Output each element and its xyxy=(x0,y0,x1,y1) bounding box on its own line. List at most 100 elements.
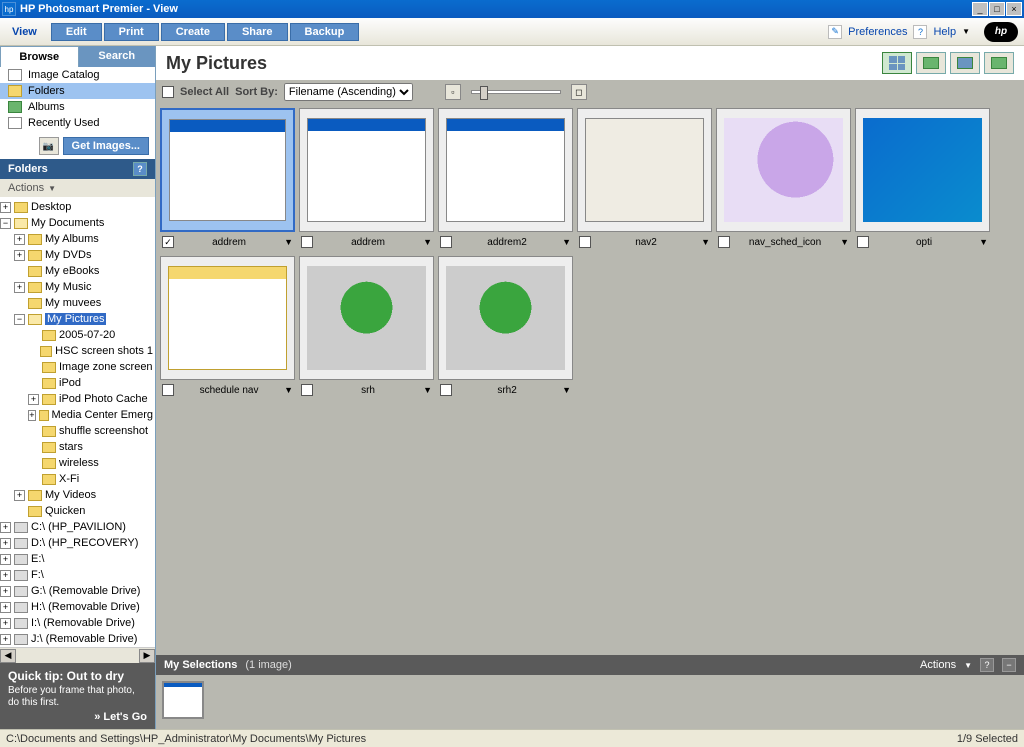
minimize-button[interactable]: _ xyxy=(972,2,988,16)
preferences-link[interactable]: Preferences xyxy=(848,26,907,38)
chevron-down-icon[interactable]: ▼ xyxy=(562,237,571,247)
tree-i-drive[interactable]: +I:\ (Removable Drive) xyxy=(0,615,155,631)
tree-my-videos[interactable]: +My Videos xyxy=(0,487,155,503)
get-images-button[interactable]: Get Images... xyxy=(63,137,149,155)
tab-browse[interactable]: Browse xyxy=(0,46,79,67)
expand-icon[interactable]: + xyxy=(0,522,11,533)
print-button[interactable]: Print xyxy=(104,23,159,41)
select-all-label[interactable]: Select All xyxy=(180,86,229,98)
thumb-addrem-2[interactable]: addrem▼ xyxy=(299,108,434,252)
expand-icon[interactable]: + xyxy=(14,490,25,501)
camera-icon-button[interactable]: 📷 xyxy=(39,137,59,155)
create-button[interactable]: Create xyxy=(161,23,225,41)
tab-search[interactable]: Search xyxy=(79,46,156,67)
thumb-size-slider[interactable] xyxy=(471,90,561,94)
tree-my-ebooks[interactable]: My eBooks xyxy=(0,263,155,279)
thumb-checkbox[interactable]: ✓ xyxy=(162,236,174,248)
tree-j-drive[interactable]: +J:\ (Removable Drive) xyxy=(0,631,155,647)
thumb-srh[interactable]: srh▼ xyxy=(299,256,434,400)
expand-icon[interactable]: + xyxy=(0,618,11,629)
thumb-large-icon[interactable]: ◻ xyxy=(571,84,587,100)
tree-xfi[interactable]: X-Fi xyxy=(0,471,155,487)
tree-hscroll[interactable]: ◀ ▶ xyxy=(0,647,155,663)
collapse-icon[interactable]: − xyxy=(14,314,25,325)
close-button[interactable]: × xyxy=(1006,2,1022,16)
slider-thumb[interactable] xyxy=(480,86,488,100)
tree-ipod[interactable]: iPod xyxy=(0,375,155,391)
expand-icon[interactable]: + xyxy=(0,538,11,549)
expand-icon[interactable]: + xyxy=(14,250,25,261)
chevron-down-icon[interactable]: ▼ xyxy=(284,237,293,247)
sort-by-select[interactable]: Filename (Ascending) xyxy=(284,83,413,101)
collapse-icon[interactable]: − xyxy=(0,218,11,229)
edit-button[interactable]: Edit xyxy=(51,23,102,41)
preferences-icon[interactable]: ✎ xyxy=(828,25,842,39)
restore-button[interactable]: □ xyxy=(989,2,1005,16)
view-menu[interactable]: View xyxy=(6,24,43,40)
thumb-schedule-nav[interactable]: schedule nav▼ xyxy=(160,256,295,400)
tree-desktop[interactable]: +Desktop xyxy=(0,199,155,215)
selections-actions[interactable]: Actions xyxy=(920,659,956,671)
cat-image-catalog[interactable]: Image Catalog xyxy=(0,67,155,83)
view-slideshow-button[interactable] xyxy=(984,52,1014,74)
expand-icon[interactable]: + xyxy=(14,282,25,293)
tree-media-center[interactable]: +Media Center Emerg xyxy=(0,407,155,423)
expand-icon[interactable]: + xyxy=(14,234,25,245)
expand-icon[interactable]: + xyxy=(0,554,11,565)
tree-ipod-cache[interactable]: +iPod Photo Cache xyxy=(0,391,155,407)
thumb-checkbox[interactable] xyxy=(718,236,730,248)
tree-2005-07-20[interactable]: 2005-07-20 xyxy=(0,327,155,343)
view-single-button[interactable] xyxy=(916,52,946,74)
folders-actions[interactable]: Actions▼ xyxy=(0,179,155,197)
chevron-down-icon[interactable]: ▼ xyxy=(701,237,710,247)
thumb-checkbox[interactable] xyxy=(857,236,869,248)
thumb-checkbox[interactable] xyxy=(440,384,452,396)
thumb-addrem2[interactable]: addrem2▼ xyxy=(438,108,573,252)
tree-imagezone[interactable]: Image zone screen xyxy=(0,359,155,375)
tree-my-albums[interactable]: +My Albums xyxy=(0,231,155,247)
view-monitor-button[interactable] xyxy=(950,52,980,74)
thumb-nav2[interactable]: nav2▼ xyxy=(577,108,712,252)
thumb-checkbox[interactable] xyxy=(301,236,313,248)
help-dropdown-icon[interactable]: ▼ xyxy=(962,27,970,36)
expand-icon[interactable]: + xyxy=(0,634,11,645)
expand-icon[interactable]: + xyxy=(28,410,36,421)
scroll-left-icon[interactable]: ◀ xyxy=(0,649,16,663)
tree-hsc[interactable]: HSC screen shots 1 xyxy=(0,343,155,359)
tree-my-pictures[interactable]: −My Pictures xyxy=(0,311,155,327)
share-button[interactable]: Share xyxy=(227,23,288,41)
tree-g-drive[interactable]: +G:\ (Removable Drive) xyxy=(0,583,155,599)
chevron-down-icon[interactable]: ▼ xyxy=(562,385,571,395)
select-all-checkbox[interactable] xyxy=(162,86,174,98)
folders-help-icon[interactable]: ? xyxy=(133,162,147,176)
tree-wireless[interactable]: wireless xyxy=(0,455,155,471)
tree-f-drive[interactable]: +F:\ xyxy=(0,567,155,583)
chevron-down-icon[interactable]: ▼ xyxy=(423,385,432,395)
chevron-down-icon[interactable]: ▼ xyxy=(423,237,432,247)
chevron-down-icon[interactable]: ▼ xyxy=(979,237,988,247)
tree-quicken[interactable]: Quicken xyxy=(0,503,155,519)
expand-icon[interactable]: + xyxy=(0,586,11,597)
thumb-small-icon[interactable]: ▫ xyxy=(445,84,461,100)
chevron-down-icon[interactable]: ▼ xyxy=(840,237,849,247)
expand-icon[interactable]: + xyxy=(28,394,39,405)
cat-recently-used[interactable]: Recently Used xyxy=(0,115,155,131)
help-link[interactable]: Help xyxy=(933,26,956,38)
tree-c-drive[interactable]: +C:\ (HP_PAVILION) xyxy=(0,519,155,535)
tree-h-drive[interactable]: +H:\ (Removable Drive) xyxy=(0,599,155,615)
thumb-checkbox[interactable] xyxy=(440,236,452,248)
tree-my-music[interactable]: +My Music xyxy=(0,279,155,295)
tree-my-dvds[interactable]: +My DVDs xyxy=(0,247,155,263)
thumb-checkbox[interactable] xyxy=(301,384,313,396)
expand-icon[interactable]: + xyxy=(0,570,11,581)
thumb-opti[interactable]: opti▼ xyxy=(855,108,990,252)
tree-my-documents[interactable]: −My Documents xyxy=(0,215,155,231)
chevron-down-icon[interactable]: ▼ xyxy=(284,385,293,395)
chevron-down-icon[interactable]: ▼ xyxy=(964,661,972,670)
thumb-srh2[interactable]: srh2▼ xyxy=(438,256,573,400)
tree-stars[interactable]: stars xyxy=(0,439,155,455)
cat-albums[interactable]: Albums xyxy=(0,99,155,115)
tree-e-drive[interactable]: +E:\ xyxy=(0,551,155,567)
selection-thumb[interactable] xyxy=(162,681,204,719)
cat-folders[interactable]: Folders xyxy=(0,83,155,99)
